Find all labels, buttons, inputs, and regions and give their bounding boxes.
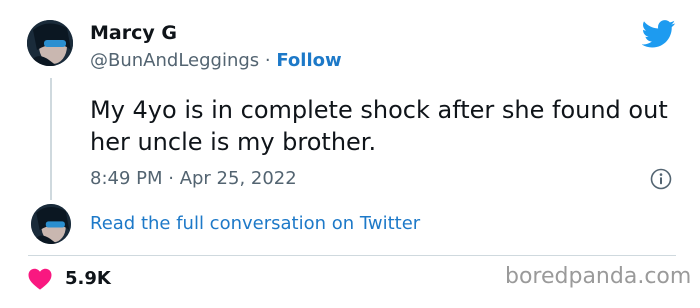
author-name[interactable]: Marcy G <box>90 22 177 44</box>
divider <box>28 255 676 256</box>
read-conversation-link[interactable]: Read the full conversation on Twitter <box>90 213 420 234</box>
author-avatar-small[interactable] <box>31 204 71 244</box>
tweet-timestamp[interactable]: 8:49 PM · Apr 25, 2022 <box>90 168 297 189</box>
handle-row: @BunAndLeggings · Follow <box>90 50 342 71</box>
avatar-image-small <box>31 204 71 244</box>
author-avatar[interactable] <box>27 20 73 66</box>
follow-button[interactable]: Follow <box>276 50 341 71</box>
watermark: boredpanda.com <box>505 264 692 289</box>
avatar-image <box>27 20 73 66</box>
info-icon[interactable] <box>650 168 672 190</box>
thread-line <box>50 78 52 200</box>
twitter-bird-icon[interactable] <box>642 20 676 48</box>
separator: · <box>259 50 277 71</box>
tweet-text: My 4yo is in complete shock after she fo… <box>90 96 668 156</box>
like-count[interactable]: 5.9K <box>65 268 111 289</box>
heart-icon[interactable] <box>28 268 52 290</box>
author-handle[interactable]: @BunAndLeggings <box>90 50 259 71</box>
